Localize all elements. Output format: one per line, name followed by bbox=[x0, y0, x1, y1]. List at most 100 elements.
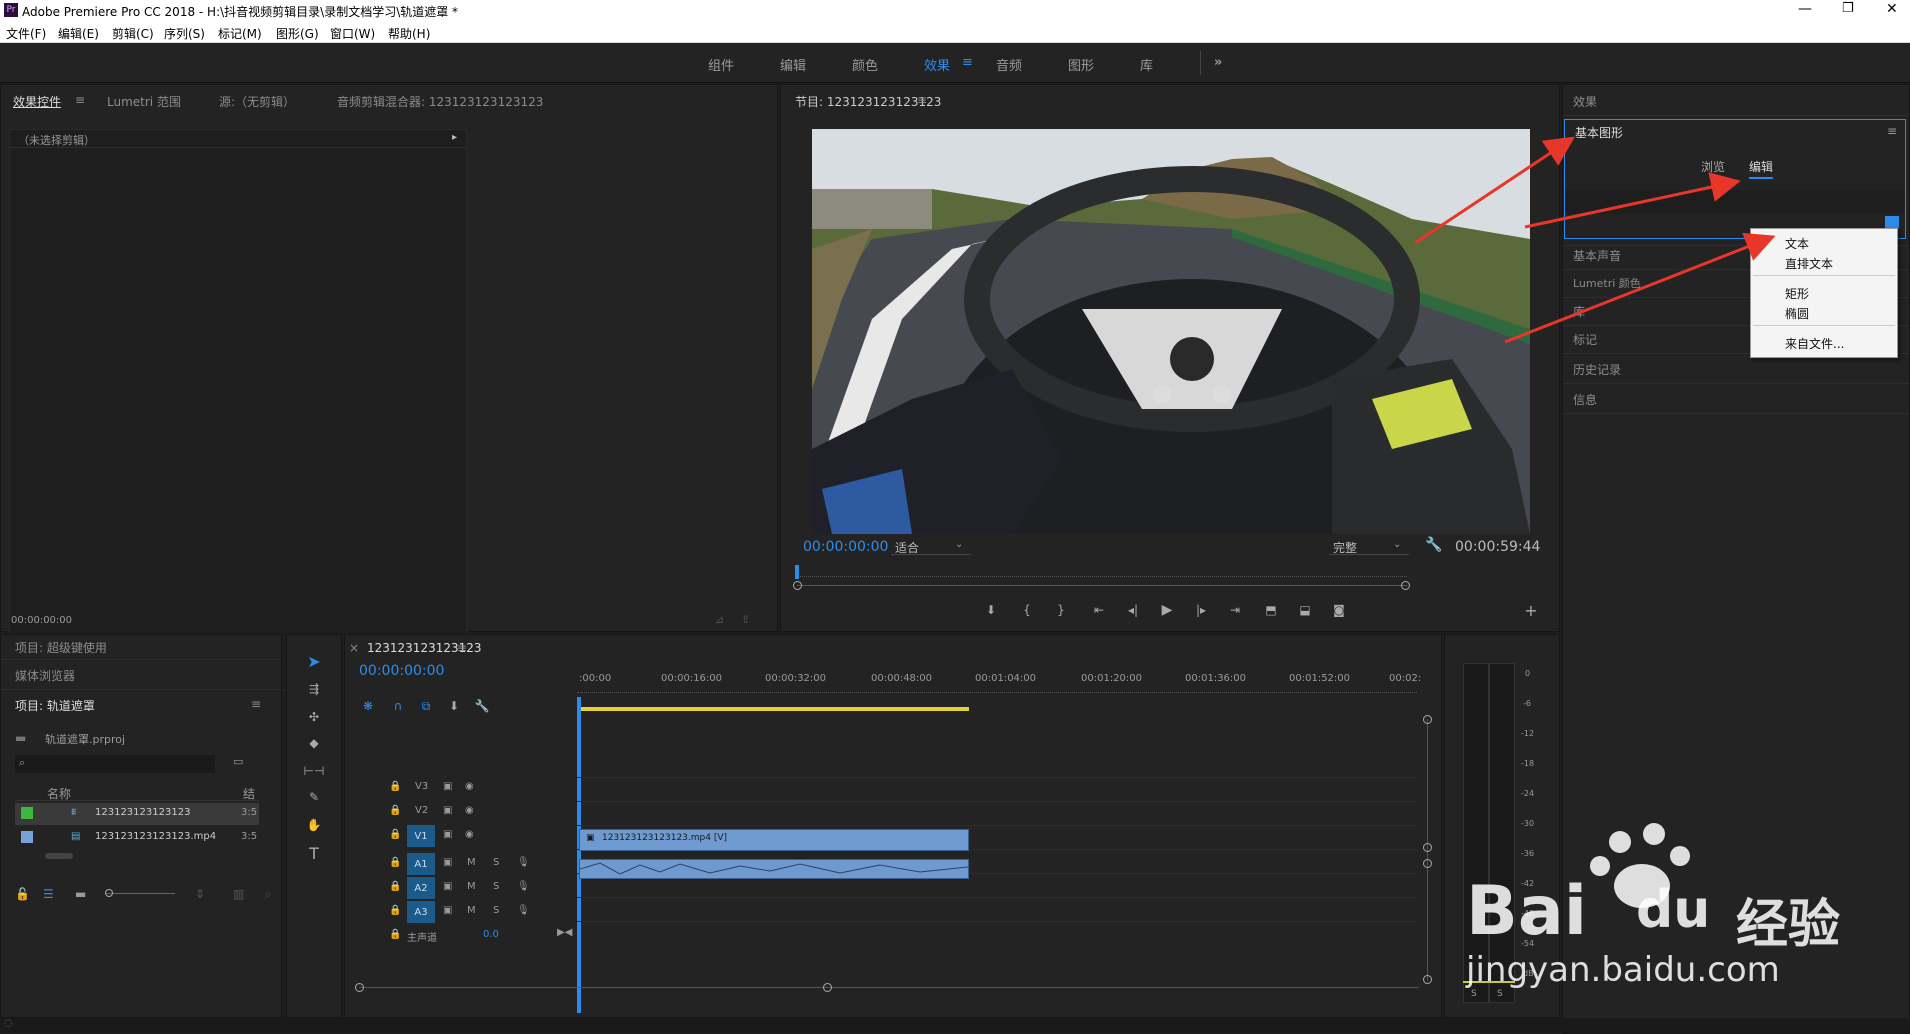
mute-button[interactable]: M bbox=[467, 881, 476, 892]
meter-label: -18 bbox=[1521, 759, 1535, 768]
ruler-label: 00:01:36:00 bbox=[1185, 673, 1247, 684]
watermark-cn: 经验 bbox=[1736, 895, 1841, 955]
track-label-v1[interactable]: V1 bbox=[407, 825, 435, 847]
list-item[interactable]: ⩩ 123123123123123 3:5 bbox=[15, 803, 259, 825]
watermark-du: du bbox=[1636, 880, 1711, 940]
track-headers: 🔒 V3 ▣ ◉ 🔒 V2 ▣ ◉ 🔒 V1 ▣ ◉ 🔒 A1 ▣ M S 🎙 … bbox=[345, 777, 577, 977]
ruler-label: 00:02: bbox=[1389, 673, 1422, 684]
ruler-label: 00:01:52:00 bbox=[1289, 673, 1351, 684]
video-clip-name: 123123123123123.mp4 [V] bbox=[602, 833, 727, 843]
lock-icon[interactable]: 🔒 bbox=[389, 857, 401, 868]
watermark-url: jingyan.baidu.com bbox=[1466, 950, 1780, 990]
lock-icon[interactable]: 🔓 bbox=[15, 887, 30, 901]
track-label-a1[interactable]: A1 bbox=[407, 853, 435, 875]
status-bar: ◌ bbox=[0, 1018, 1910, 1033]
zoom-slider[interactable] bbox=[105, 893, 175, 894]
sync-lock-icon[interactable]: ▣ bbox=[443, 857, 452, 868]
ruler-label: 00:00:32:00 bbox=[765, 673, 827, 684]
project-search-input[interactable]: ⌕ bbox=[15, 755, 215, 773]
col-rate[interactable]: 结 bbox=[243, 785, 255, 802]
list-item-duration: 3:5 bbox=[241, 807, 258, 818]
track-select-icon[interactable]: ⇶ bbox=[301, 677, 327, 701]
mic-icon[interactable]: 🎙 bbox=[517, 905, 530, 916]
folder-icon: ▬ bbox=[15, 731, 27, 745]
eye-icon[interactable]: ◉ bbox=[465, 829, 474, 840]
master-volume[interactable]: 0.0 bbox=[483, 929, 499, 940]
horizontal-scrollbar[interactable] bbox=[45, 853, 73, 859]
sync-lock-icon[interactable]: ▣ bbox=[443, 781, 452, 792]
sort-icon[interactable]: ⇕ bbox=[195, 887, 205, 901]
lock-icon[interactable]: 🔒 bbox=[389, 881, 401, 892]
go-to-end-icon[interactable]: ▶◀ bbox=[557, 927, 572, 938]
mute-button[interactable]: M bbox=[467, 905, 476, 916]
tools-panel: ➤ ⇶ ✣ ◆ ⊢⊣ ✎ ✋ T bbox=[286, 634, 342, 1018]
timeline-scroll[interactable] bbox=[359, 987, 1419, 988]
find-icon[interactable]: ⌕ bbox=[265, 887, 272, 902]
timeline-timecode[interactable]: 00:00:00:00 bbox=[359, 663, 444, 679]
new-bin-icon[interactable]: ▭ bbox=[233, 755, 243, 768]
track-label-a2[interactable]: A2 bbox=[407, 877, 435, 899]
audio-clip[interactable] bbox=[579, 859, 969, 879]
ripple-edit-icon[interactable]: ✣ bbox=[301, 705, 327, 729]
lock-icon[interactable]: 🔒 bbox=[389, 805, 401, 816]
project-menu-icon[interactable]: ≡ bbox=[251, 697, 261, 711]
sync-lock-icon[interactable]: ▣ bbox=[443, 905, 452, 916]
timeline-panel: × 123123123123123 ≡ 00:00:00:00 ❋ ∩ ⧉ ⬇ … bbox=[344, 634, 1442, 1018]
ruler-label: :00:00 bbox=[579, 673, 612, 684]
eye-icon[interactable]: ◉ bbox=[465, 805, 474, 816]
solo-button[interactable]: S bbox=[493, 857, 499, 868]
type-tool-icon[interactable]: T bbox=[301, 841, 327, 865]
ruler-label: 00:00:16:00 bbox=[661, 673, 723, 684]
sync-lock-icon[interactable]: ▣ bbox=[443, 881, 452, 892]
lock-icon[interactable]: 🔒 bbox=[389, 781, 401, 792]
solo-button[interactable]: S bbox=[493, 881, 499, 892]
track-label-v3[interactable]: V3 bbox=[415, 781, 428, 792]
pen-icon[interactable]: ✎ bbox=[301, 785, 327, 809]
tab-project-super-key[interactable]: 项目: 超级键使用 bbox=[15, 639, 107, 656]
ruler-label: 00:01:04:00 bbox=[975, 673, 1037, 684]
lock-icon[interactable]: 🔒 bbox=[389, 829, 401, 840]
meter-label: -12 bbox=[1521, 729, 1535, 738]
add-marker-icon[interactable]: ⬇ bbox=[445, 697, 463, 715]
video-clip[interactable]: ▣ 123123123123123.mp4 [V] bbox=[579, 829, 969, 851]
slip-icon[interactable]: ⊢⊣ bbox=[301, 759, 327, 783]
playhead[interactable] bbox=[577, 697, 581, 1013]
meter-label: 0 bbox=[1525, 669, 1531, 678]
tab-project-track-matte[interactable]: 项目: 轨道遮罩 bbox=[15, 697, 95, 714]
linked-selection-icon[interactable]: ⧉ bbox=[417, 697, 435, 715]
list-view-icon[interactable]: ☰ bbox=[43, 887, 54, 901]
sync-lock-icon[interactable]: ▣ bbox=[443, 805, 452, 816]
solo-button[interactable]: S bbox=[493, 905, 499, 916]
work-area-bar[interactable] bbox=[577, 707, 969, 711]
track-label-v2[interactable]: V2 bbox=[415, 805, 428, 816]
project-file-name: 轨道遮罩.prproj bbox=[45, 733, 126, 746]
watermark: Bai du 经验 jingyan.baidu.com bbox=[1460, 820, 1900, 1000]
automate-icon[interactable]: ▥ bbox=[233, 887, 244, 901]
close-icon[interactable]: × bbox=[349, 641, 359, 655]
mic-icon[interactable]: 🎙 bbox=[517, 881, 530, 892]
list-item-duration: 3:5 bbox=[241, 831, 258, 842]
mute-button[interactable]: M bbox=[467, 857, 476, 868]
sync-lock-icon[interactable]: ▣ bbox=[443, 829, 452, 840]
col-name[interactable]: 名称 bbox=[47, 785, 71, 802]
wrench-icon[interactable]: 🔧 bbox=[473, 697, 491, 715]
snap-icon[interactable]: ∩ bbox=[389, 697, 407, 715]
tab-media-browser[interactable]: 媒体浏览器 bbox=[15, 667, 75, 684]
razor-icon[interactable]: ◆ bbox=[301, 731, 327, 755]
lock-icon[interactable]: 🔒 bbox=[389, 905, 401, 916]
timeline-menu-icon[interactable]: ≡ bbox=[457, 641, 467, 655]
icon-view-icon[interactable]: ▬ bbox=[75, 887, 86, 901]
mic-icon[interactable]: 🎙 bbox=[517, 857, 530, 868]
nest-icon[interactable]: ❋ bbox=[359, 697, 377, 715]
selection-tool-icon[interactable]: ➤ bbox=[301, 649, 327, 673]
list-item[interactable]: ▤ 123123123123123.mp4 3:5 bbox=[15, 827, 259, 849]
status-icon: ◌ bbox=[4, 1018, 13, 1029]
eye-icon[interactable]: ◉ bbox=[465, 781, 474, 792]
hand-icon[interactable]: ✋ bbox=[301, 813, 327, 837]
project-panel: 项目: 超级键使用 媒体浏览器 项目: 轨道遮罩 ≡ ▬ 轨道遮罩.prproj… bbox=[0, 634, 282, 1018]
track-label-a3[interactable]: A3 bbox=[407, 901, 435, 923]
film-icon: ▣ bbox=[586, 833, 595, 843]
time-ruler[interactable]: :00:00 00:00:16:00 00:00:32:00 00:00:48:… bbox=[577, 673, 1421, 707]
sequence-icon: ⩩ bbox=[71, 807, 77, 818]
lock-icon[interactable]: 🔒 bbox=[389, 929, 401, 940]
